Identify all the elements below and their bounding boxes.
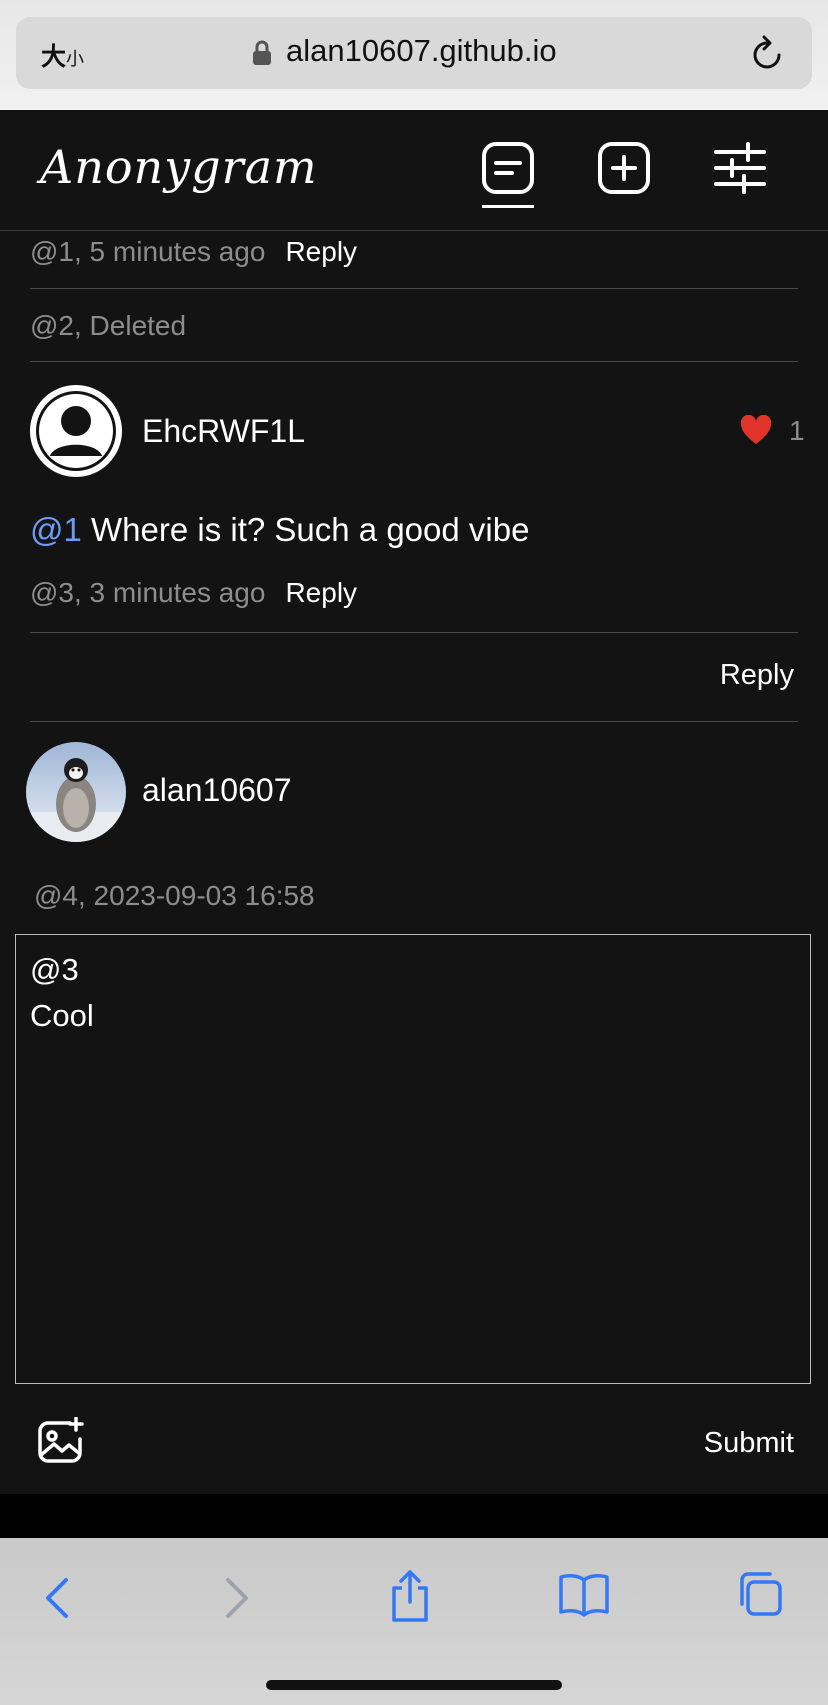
active-tab-indicator [482,205,534,208]
home-indicator[interactable] [266,1680,562,1690]
url-bar[interactable]: 大小 alan10607.github.io [16,17,812,89]
browser-top-bar: 大小 alan10607.github.io [0,0,828,110]
reload-icon[interactable] [750,35,784,76]
comment-2-meta: @2, Deleted [30,310,187,341]
divider [30,632,798,633]
comment-3-reply-button[interactable]: Reply [285,577,357,608]
comment-3-meta: @3, 3 minutes ago [30,577,266,608]
settings-sliders-icon[interactable] [712,140,768,196]
submit-button[interactable]: Submit [704,1427,794,1460]
text-size-label-big: 大 [41,43,67,71]
composer-username[interactable]: alan10607 [142,772,291,809]
browser-bottom-toolbar [0,1538,828,1705]
url-domain: alan10607.github.io [286,33,557,68]
feed-icon[interactable] [480,140,536,196]
like-count: 1 [789,415,805,446]
page-bottom-spacer [0,1494,828,1538]
app-logo[interactable]: Anonygram [40,140,318,194]
divider [30,288,798,289]
divider [30,721,798,722]
bookmarks-icon[interactable] [558,1570,610,1623]
lock-icon [252,40,272,71]
reply-textarea[interactable]: @3 Cool [15,934,811,1384]
comment-1-meta-row: @1, 5 minutes ago Reply [30,236,798,268]
comment-1-reply-button[interactable]: Reply [285,236,357,267]
thread-reply-button[interactable]: Reply [720,659,794,692]
mention-link[interactable]: @1 [30,511,82,548]
share-icon[interactable] [386,1568,434,1629]
comment-3-meta-row: @3, 3 minutes ago Reply [30,577,798,609]
divider [30,361,798,362]
text-size-button[interactable]: 大小 [41,37,84,73]
default-avatar-icon[interactable] [30,385,122,477]
user-avatar[interactable] [26,742,126,842]
heart-icon[interactable] [740,414,772,450]
forward-icon[interactable] [218,1572,254,1629]
tabs-icon[interactable] [736,1570,784,1623]
text-size-label-small: 小 [66,49,85,69]
comment-3-username[interactable]: EhcRWF1L [142,413,305,450]
comment-3-text: @1 Where is it? Such a good vibe [30,511,529,549]
add-image-icon[interactable] [36,1416,84,1470]
new-post-icon[interactable] [596,140,652,196]
comment-3-body: Where is it? Such a good vibe [91,511,530,548]
composer-meta: @4, 2023-09-03 16:58 [34,880,315,911]
back-icon[interactable] [40,1572,76,1629]
app-header: Anonygram [0,110,828,231]
comment-1-meta: @1, 5 minutes ago [30,236,266,267]
